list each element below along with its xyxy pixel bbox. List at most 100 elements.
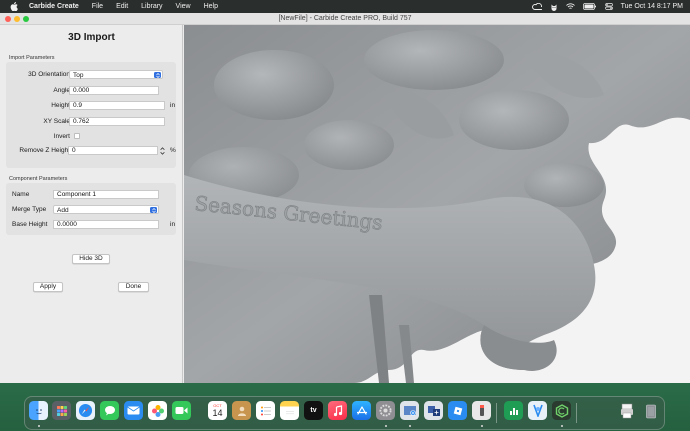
height-input[interactable] — [69, 101, 165, 110]
minimize-window-button[interactable] — [14, 16, 20, 22]
numbers-icon[interactable] — [504, 401, 523, 420]
height-row: Height in — [6, 101, 176, 111]
messages-icon[interactable] — [100, 401, 119, 420]
orientation-label: 3D Orientation — [28, 71, 70, 78]
running-indicator — [385, 425, 387, 427]
menu-bar: Carbide Create File Edit Library View He… — [0, 0, 690, 13]
mail-icon[interactable] — [124, 401, 143, 420]
orientation-select[interactable]: Top — [69, 70, 163, 79]
notes-icon[interactable] — [280, 401, 299, 420]
facetime-icon[interactable] — [172, 401, 191, 420]
system-settings-icon[interactable] — [376, 401, 395, 420]
done-button[interactable]: Done — [118, 282, 149, 292]
3d-relief-model[interactable]: Seasons Greetings — [184, 25, 690, 383]
running-indicator — [38, 425, 40, 427]
import-parameters-label: Import Parameters — [9, 55, 55, 61]
printer-icon[interactable] — [617, 401, 636, 420]
height-unit: in — [170, 102, 176, 109]
calendar-icon[interactable]: OCT 14 — [208, 401, 227, 420]
tv-label: tv — [310, 407, 317, 414]
menu-file[interactable]: File — [92, 3, 103, 10]
3d-viewport[interactable]: Seasons Greetings — [184, 25, 690, 383]
3d-import-panel: 3D Import Import Parameters 3D Orientati… — [0, 25, 183, 383]
invert-row: Invert — [6, 132, 176, 142]
app-store-icon[interactable] — [352, 401, 371, 420]
xcode-icon[interactable] — [528, 401, 547, 420]
running-indicator — [409, 425, 411, 427]
clock[interactable]: Tue Oct 14 8:17 PM — [621, 3, 683, 10]
remove-z-input[interactable] — [68, 146, 158, 155]
safari-icon[interactable] — [76, 401, 95, 420]
invert-checkbox[interactable] — [74, 133, 80, 139]
trash-icon[interactable] — [641, 401, 660, 420]
apply-button[interactable]: Apply — [33, 282, 63, 292]
launchpad-icon[interactable] — [52, 401, 71, 420]
name-input[interactable] — [53, 190, 159, 199]
music-icon[interactable] — [328, 401, 347, 420]
cat-icon[interactable] — [550, 3, 558, 11]
merge-type-row: Merge Type Add — [6, 205, 176, 215]
menu-help[interactable]: Help — [204, 3, 218, 10]
menu-library[interactable]: Library — [141, 3, 162, 10]
invert-label: Invert — [53, 133, 70, 140]
dock: OCT 14 tv — [24, 396, 665, 430]
remove-z-row: Remove Z Height % — [6, 146, 176, 156]
screenshot-icon[interactable] — [400, 401, 419, 420]
calendar-day: 14 — [212, 408, 223, 418]
name-row: Name — [6, 190, 176, 200]
remove-z-unit: % — [170, 147, 176, 154]
stylus-icon[interactable] — [472, 401, 491, 420]
merge-type-value: Add — [57, 207, 69, 214]
merge-type-label: Merge Type — [12, 206, 47, 213]
base-height-label: Base Height — [12, 221, 48, 228]
add-window-icon[interactable] — [424, 401, 443, 420]
roblox-icon[interactable] — [448, 401, 467, 420]
xy-scale-row: XY Scale — [6, 117, 176, 127]
dock-separator — [576, 403, 577, 423]
close-window-button[interactable] — [5, 16, 11, 22]
base-height-unit: in — [170, 221, 176, 228]
photos-icon[interactable] — [148, 401, 167, 420]
name-label: Name — [12, 191, 30, 198]
battery-icon[interactable] — [582, 3, 597, 10]
contacts-icon[interactable] — [232, 401, 251, 420]
app-window: [NewFile] - Carbide Create PRO, Build 75… — [0, 13, 690, 383]
orientation-value: Top — [73, 72, 84, 79]
remove-z-label: Remove Z Height — [19, 147, 70, 154]
base-height-input[interactable] — [53, 220, 159, 229]
zoom-window-button[interactable] — [23, 16, 29, 22]
import-parameters-group: 3D Orientation Top Angle Height in XY Sc… — [6, 62, 176, 168]
xy-scale-label: XY Scale — [43, 118, 70, 125]
component-parameters-label: Component Parameters — [9, 176, 68, 182]
height-label: Height — [51, 102, 70, 109]
remove-z-stepper[interactable] — [159, 146, 165, 155]
title-bar[interactable]: [NewFile] - Carbide Create PRO, Build 75… — [0, 13, 690, 25]
tv-icon[interactable]: tv — [304, 401, 323, 420]
apple-menu-icon[interactable] — [8, 2, 19, 11]
carbide-create-icon[interactable] — [552, 401, 571, 420]
angle-row: Angle — [6, 86, 176, 96]
reminders-icon[interactable] — [256, 401, 275, 420]
control-center-icon[interactable] — [604, 3, 613, 10]
xy-scale-input[interactable] — [69, 117, 165, 126]
hide-3d-button[interactable]: Hide 3D — [72, 254, 110, 264]
orientation-row: 3D Orientation Top — [6, 70, 176, 80]
menu-view[interactable]: View — [176, 3, 191, 10]
angle-input[interactable] — [69, 86, 159, 95]
finder-icon[interactable] — [29, 401, 48, 420]
dock-separator — [496, 403, 497, 423]
creative-cloud-icon[interactable] — [531, 3, 542, 10]
running-indicator — [561, 425, 563, 427]
menu-edit[interactable]: Edit — [116, 3, 128, 10]
merge-type-select[interactable]: Add — [53, 205, 159, 214]
base-height-row: Base Height in — [6, 220, 176, 230]
angle-label: Angle — [53, 87, 70, 94]
window-title: [NewFile] - Carbide Create PRO, Build 75… — [278, 15, 412, 22]
running-indicator — [481, 425, 483, 427]
wifi-icon[interactable] — [565, 3, 575, 10]
panel-title: 3D Import — [68, 32, 115, 43]
chevron-updown-icon — [154, 72, 161, 78]
chevron-updown-icon — [150, 207, 157, 213]
app-menu[interactable]: Carbide Create — [29, 3, 79, 10]
component-parameters-group: Name Merge Type Add Base Height in — [6, 183, 176, 235]
